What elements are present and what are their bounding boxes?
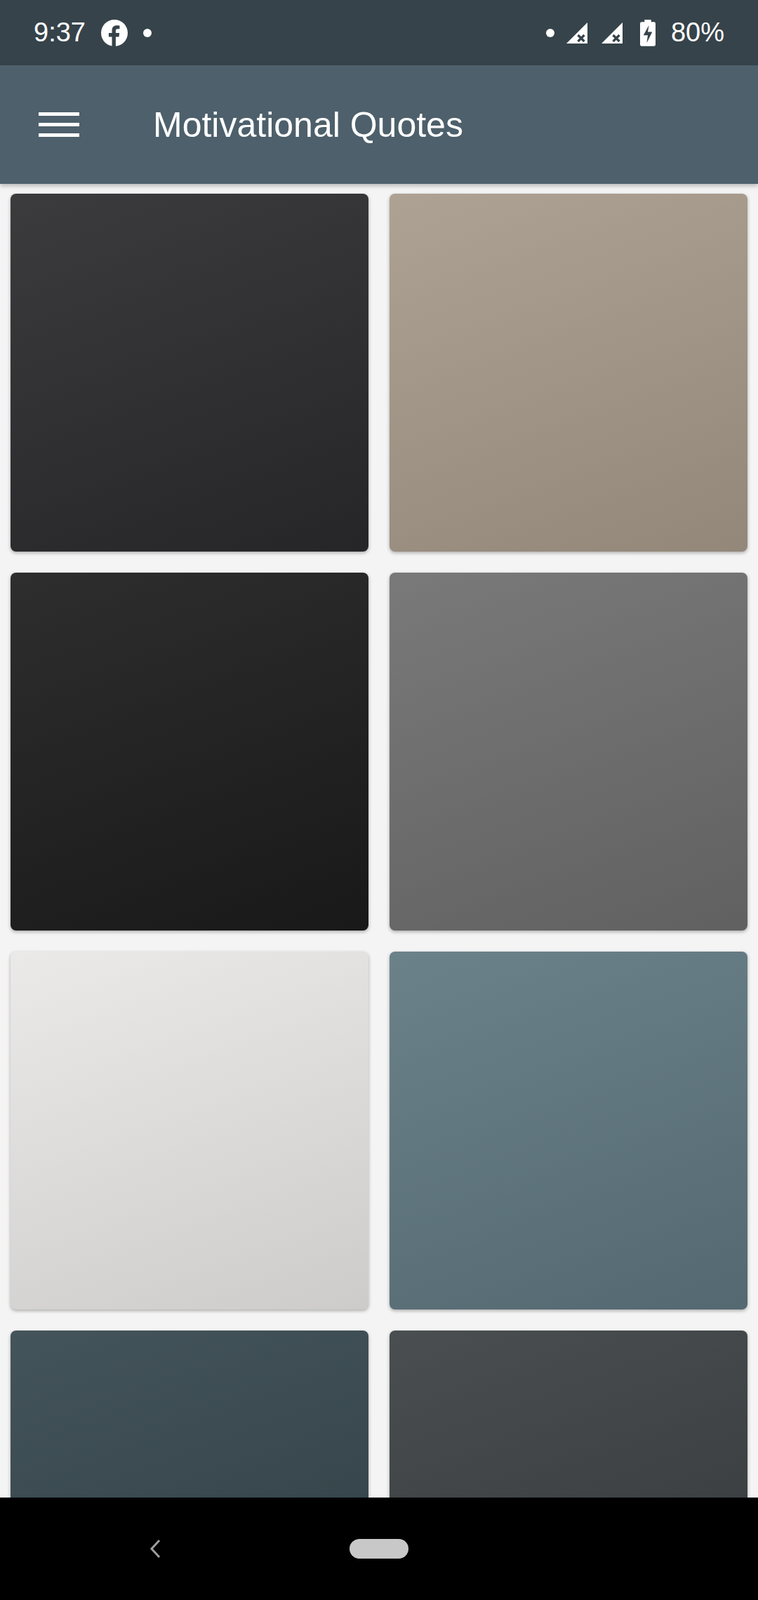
quote-card[interactable] (10, 951, 369, 1310)
home-button[interactable] (349, 1539, 409, 1559)
status-time: 9:37 (33, 17, 86, 48)
hamburger-menu-icon (38, 110, 80, 139)
back-icon[interactable] (148, 1538, 163, 1560)
status-bar: 9:37 80% (0, 0, 758, 66)
quote-card[interactable] (389, 193, 748, 552)
navigation-bar (0, 1497, 758, 1600)
battery-level: 80% (670, 17, 725, 48)
menu-button[interactable] (38, 110, 80, 139)
app-title: Motivational Quotes (153, 104, 464, 146)
facebook-icon (101, 19, 128, 47)
app-bar: Motivational Quotes (0, 65, 758, 184)
quote-card[interactable] (389, 572, 748, 931)
screen: 9:37 80% Motivational Quotes (0, 0, 758, 1600)
quote-card[interactable] (389, 1330, 748, 1498)
signal-icon (564, 20, 590, 46)
quote-card[interactable] (389, 951, 748, 1310)
notification-dot-icon (143, 28, 152, 38)
quote-grid (0, 183, 758, 1498)
signal-icon (599, 20, 625, 46)
battery-charging-icon (640, 19, 656, 47)
notification-dot-icon (546, 28, 555, 38)
quote-card[interactable] (10, 1330, 369, 1498)
quote-card[interactable] (10, 193, 369, 552)
quote-card[interactable] (10, 572, 369, 931)
